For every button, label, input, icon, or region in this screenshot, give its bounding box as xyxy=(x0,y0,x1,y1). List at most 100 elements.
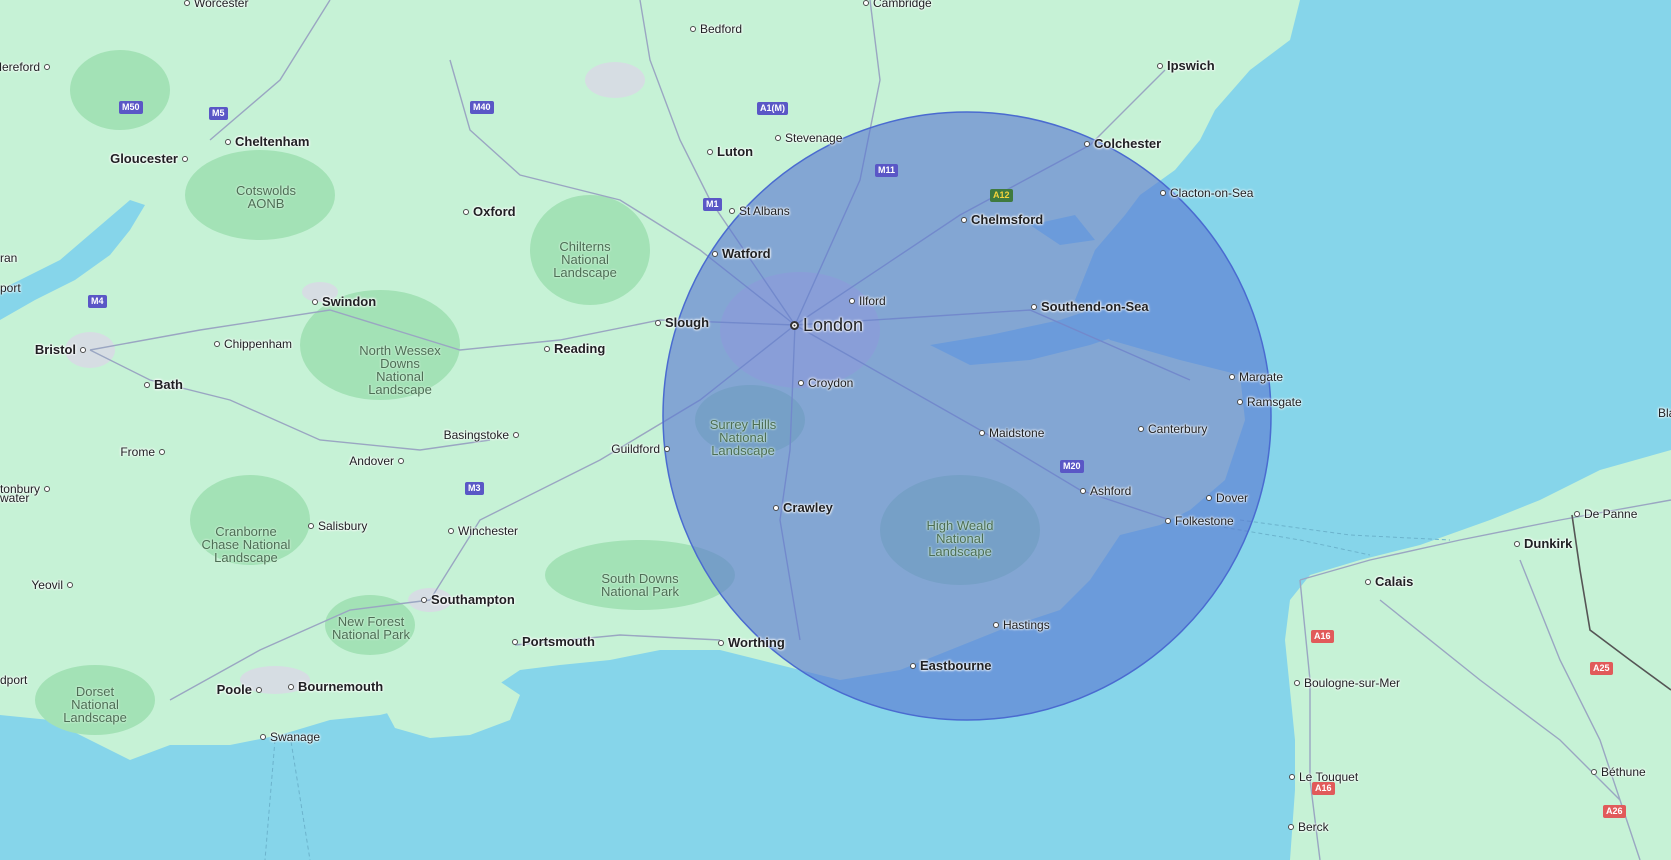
city-label-ipswich[interactable]: Ipswich xyxy=(1157,58,1215,73)
city-label-croydon[interactable]: Croydon xyxy=(798,376,853,390)
city-label-portsmouth[interactable]: Portsmouth xyxy=(512,634,595,649)
city-label-ramsgate[interactable]: Ramsgate xyxy=(1237,395,1302,409)
city-label-basingstoke[interactable]: Basingstoke xyxy=(444,428,519,442)
city-name: Guildford xyxy=(611,442,660,456)
city-label-salisbury[interactable]: Salisbury xyxy=(308,519,367,533)
city-label-ashford[interactable]: Ashford xyxy=(1080,484,1131,498)
city-name: Slough xyxy=(665,315,710,330)
protected-area-label: Chilterns National Landscape xyxy=(553,240,617,279)
city-label-b-thune[interactable]: Béthune xyxy=(1591,765,1646,779)
city-marker-icon xyxy=(513,432,519,438)
city-label-stevenage[interactable]: Stevenage xyxy=(775,131,842,145)
city-label-bournemouth[interactable]: Bournemouth xyxy=(288,679,383,694)
edge-label: port xyxy=(0,281,21,295)
city-name: Southampton xyxy=(431,592,515,607)
city-label-dunkirk[interactable]: Dunkirk xyxy=(1514,536,1572,551)
city-label-guildford[interactable]: Guildford xyxy=(611,442,670,456)
city-label-maidstone[interactable]: Maidstone xyxy=(979,426,1044,440)
city-marker-icon xyxy=(1229,374,1235,380)
protected-area-label: Cranborne Chase National Landscape xyxy=(202,525,291,564)
city-label-yeovil[interactable]: Yeovil xyxy=(31,578,73,592)
city-label-berck[interactable]: Berck xyxy=(1288,820,1329,834)
city-name: Winchester xyxy=(458,524,519,538)
city-marker-icon xyxy=(655,319,661,326)
city-name: Gloucester xyxy=(110,151,178,166)
city-marker-icon xyxy=(910,662,916,669)
road-shield-m50: M50 xyxy=(119,101,143,114)
city-label-worcester[interactable]: Worcester xyxy=(184,0,248,10)
city-label-hastings[interactable]: Hastings xyxy=(993,618,1050,632)
city-label-swanage[interactable]: Swanage xyxy=(260,730,320,744)
city-label-cambridge[interactable]: Cambridge xyxy=(863,0,932,10)
map-canvas[interactable]: Worcester Cambridge Bedford Hereford Ipswich… xyxy=(0,0,1671,860)
city-label-gloucester[interactable]: Gloucester xyxy=(110,151,188,166)
city-label-de-panne[interactable]: De Panne xyxy=(1574,507,1637,521)
city-marker-icon xyxy=(664,446,670,452)
city-label-crawley[interactable]: Crawley xyxy=(773,500,833,515)
city-label-poole[interactable]: Poole xyxy=(217,682,262,697)
city-name: Clacton-on-Sea xyxy=(1170,186,1254,200)
city-marker-icon xyxy=(421,596,427,603)
city-label-chippenham[interactable]: Chippenham xyxy=(214,337,292,351)
city-label-reading[interactable]: Reading xyxy=(544,341,605,356)
city-marker-icon xyxy=(1574,511,1580,517)
city-marker-icon xyxy=(1080,488,1086,494)
city-marker-icon xyxy=(1514,540,1520,547)
city-label-ilford[interactable]: Ilford xyxy=(849,294,886,308)
city-label-southampton[interactable]: Southampton xyxy=(421,592,515,607)
city-label-eastbourne[interactable]: Eastbourne xyxy=(910,658,992,673)
city-label-clacton-on-sea[interactable]: Clacton-on-Sea xyxy=(1160,186,1253,200)
city-name: Yeovil xyxy=(31,578,63,592)
city-name: Ramsgate xyxy=(1247,395,1302,409)
city-label-bedford[interactable]: Bedford xyxy=(690,22,742,36)
edge-label: ran xyxy=(0,251,18,265)
protected-area-label-line: Landscape xyxy=(63,710,127,725)
city-marker-icon xyxy=(1031,303,1037,310)
protected-area-label: Surrey Hills National Landscape xyxy=(710,418,776,457)
city-name: Chelmsford xyxy=(971,212,1044,227)
city-label-watford[interactable]: Watford xyxy=(712,246,771,261)
city-label-frome[interactable]: Frome xyxy=(120,445,165,459)
city-label-cheltenham[interactable]: Cheltenham xyxy=(225,134,309,149)
city-name: Ilford xyxy=(859,294,886,308)
city-name: Reading xyxy=(554,341,606,356)
road-shield-a16: A16 xyxy=(1311,630,1334,643)
city-name: Eastbourne xyxy=(920,658,992,673)
city-marker-icon xyxy=(225,138,231,145)
city-label-boulogne-sur-mer[interactable]: Boulogne-sur-Mer xyxy=(1294,676,1400,690)
city-label-andover[interactable]: Andover xyxy=(349,454,404,468)
city-label-calais[interactable]: Calais xyxy=(1365,574,1413,589)
city-label-colchester[interactable]: Colchester xyxy=(1084,136,1161,151)
city-label-oxford[interactable]: Oxford xyxy=(463,204,516,219)
city-name: Canterbury xyxy=(1148,422,1208,436)
city-label-dover[interactable]: Dover xyxy=(1206,491,1248,505)
city-marker-icon xyxy=(849,298,855,304)
city-name: Oxford xyxy=(473,204,516,219)
city-label-bristol[interactable]: Bristol xyxy=(35,342,86,357)
city-label-winchester[interactable]: Winchester xyxy=(448,524,518,538)
city-label-southend-on-sea[interactable]: Southend-on-Sea xyxy=(1031,299,1149,314)
city-marker-icon xyxy=(44,64,50,70)
road-shield-m1: M1 xyxy=(703,198,722,211)
city-name: Maidstone xyxy=(989,426,1045,440)
city-marker-icon xyxy=(993,622,999,628)
city-label-chelmsford[interactable]: Chelmsford xyxy=(961,212,1043,227)
city-label-canterbury[interactable]: Canterbury xyxy=(1138,422,1207,436)
city-label-folkestone[interactable]: Folkestone xyxy=(1165,514,1234,528)
city-label-bath[interactable]: Bath xyxy=(144,377,183,392)
city-name: Margate xyxy=(1239,370,1284,384)
city-label-hereford[interactable]: Hereford xyxy=(0,60,50,74)
city-name: Bath xyxy=(154,377,183,392)
city-label-margate[interactable]: Margate xyxy=(1229,370,1283,384)
city-marker-icon xyxy=(1206,495,1212,501)
city-label-worthing[interactable]: Worthing xyxy=(718,635,785,650)
city-label-swindon[interactable]: Swindon xyxy=(312,294,376,309)
city-label-slough[interactable]: Slough xyxy=(655,315,709,330)
city-label-st-albans[interactable]: St Albans xyxy=(729,204,790,218)
city-name: Stevenage xyxy=(785,131,843,145)
city-marker-icon xyxy=(775,135,781,141)
city-marker-icon xyxy=(707,148,713,155)
city-label-luton[interactable]: Luton xyxy=(707,144,753,159)
city-label-london[interactable]: London xyxy=(790,315,863,336)
city-name: Cambridge xyxy=(873,0,932,10)
